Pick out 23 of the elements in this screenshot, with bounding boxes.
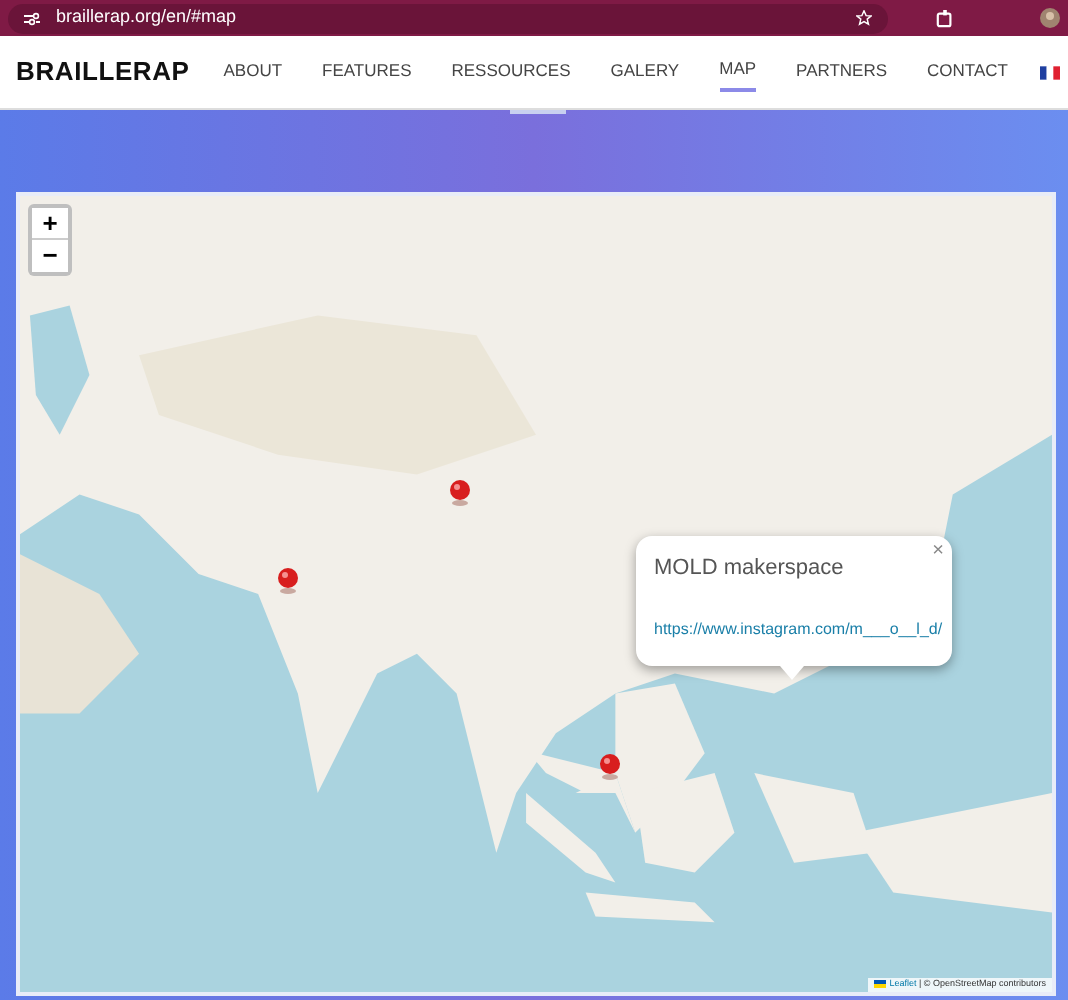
close-button[interactable]: ×: [932, 536, 944, 566]
address-bar[interactable]: braillerap.org/en/#map: [8, 3, 888, 33]
popup-title: MOLD makerspace: [654, 554, 846, 584]
nav-link[interactable]: ABOUT: [223, 53, 283, 91]
extension-icon[interactable]: [936, 9, 954, 27]
star-icon[interactable]: [856, 10, 872, 26]
map-marker-icon[interactable]: [598, 752, 622, 780]
nav-link[interactable]: CONTACT: [927, 53, 1008, 91]
nav-link[interactable]: FEATURES: [322, 53, 412, 91]
french-flag-icon[interactable]: [1040, 65, 1060, 79]
url-text: braillerap.org/en/#map: [56, 4, 237, 31]
zoom-in-button[interactable]: +: [32, 208, 68, 240]
nav-link[interactable]: PARTNERS: [796, 53, 888, 91]
map-marker-icon[interactable]: [448, 478, 472, 506]
nav-link[interactable]: RESSOURCES: [451, 53, 571, 91]
nav-link[interactable]: GALERY: [610, 53, 680, 91]
flag-icon: [874, 980, 887, 989]
nav-link[interactable]: MAP: [719, 51, 757, 93]
map-marker-icon[interactable]: [276, 566, 300, 594]
tune-icon[interactable]: [24, 11, 40, 25]
avatar-icon[interactable]: [1040, 8, 1060, 28]
popup-link[interactable]: https://www.instagram.com/m___o__l_d/: [654, 619, 943, 637]
site-logo[interactable]: BRAILLERAP: [16, 52, 190, 92]
